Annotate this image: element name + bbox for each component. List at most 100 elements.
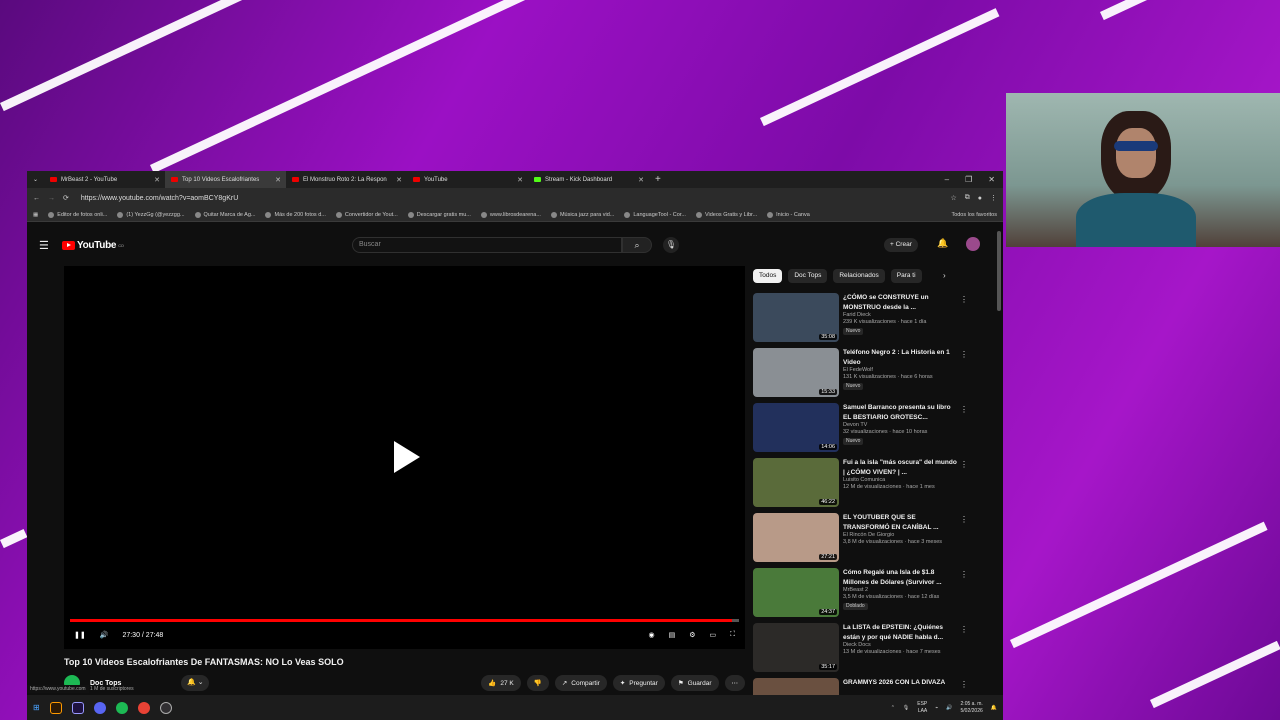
browser-tab[interactable]: El Monstruo Roto 2: La Respon ✕ bbox=[286, 171, 407, 188]
video-title[interactable]: Fui a la isla "más oscura" del mundo | ¿… bbox=[843, 458, 957, 477]
close-tab-icon[interactable]: ✕ bbox=[275, 176, 281, 184]
forward-icon[interactable]: → bbox=[48, 195, 55, 202]
autoplay-toggle-icon[interactable]: ◉ bbox=[648, 631, 654, 639]
chevron-up-icon[interactable]: ⌃ bbox=[891, 705, 895, 711]
recommendation-item[interactable]: GRAMMYS 2026 CON LA DIVAZA ⋮ bbox=[753, 678, 968, 695]
channel-name[interactable]: El Rincón De Giorgio bbox=[843, 532, 957, 539]
recommendation-item[interactable]: 14:06 Samuel Barranco presenta su libro … bbox=[753, 403, 968, 458]
close-tab-icon[interactable]: ✕ bbox=[396, 176, 402, 184]
video-thumbnail[interactable]: 14:06 bbox=[753, 403, 839, 452]
chip-doc-tops[interactable]: Doc Tops bbox=[788, 269, 828, 283]
more-options-icon[interactable]: ⋮ bbox=[960, 405, 968, 414]
all-bookmarks[interactable]: Todos los favoritos bbox=[951, 212, 997, 218]
chip-relacionados[interactable]: Relacionados bbox=[833, 269, 885, 283]
video-thumbnail[interactable]: 35:08 bbox=[753, 293, 839, 342]
video-title[interactable]: EL YOUTUBER QUE SE TRANSFORMÓ EN CANÍBAL… bbox=[843, 513, 957, 532]
avatar[interactable] bbox=[966, 237, 980, 251]
tab-search-icon[interactable]: ⌄ bbox=[27, 176, 44, 183]
channel-name[interactable]: Devon TV bbox=[843, 422, 957, 429]
recommendation-item[interactable]: 24:37 Cómo Regalé una Isla de $1.8 Millo… bbox=[753, 568, 968, 623]
more-options-icon[interactable]: ⋮ bbox=[960, 515, 968, 524]
notifications-icon[interactable]: 🔔 bbox=[991, 705, 997, 711]
bookmark-item[interactable]: Música jazz para vid... bbox=[550, 211, 614, 218]
input-language[interactable]: ESP LAA bbox=[917, 701, 927, 715]
close-tab-icon[interactable]: ✕ bbox=[517, 176, 523, 184]
save-button[interactable]: ⚑ Guardar bbox=[670, 675, 719, 691]
video-title[interactable]: Teléfono Negro 2 : La Historia en 1 Vide… bbox=[843, 348, 957, 367]
voice-search-button[interactable]: 🎙 bbox=[663, 237, 679, 253]
bookmark-item[interactable]: Quitar Marca de Ag... bbox=[194, 211, 255, 218]
browser-tab-active[interactable]: Top 10 Videos Escalofriantes ✕ bbox=[165, 171, 287, 188]
more-actions-button[interactable]: ⋯ bbox=[724, 675, 745, 691]
youtube-logo[interactable]: YouTube CO bbox=[62, 240, 124, 251]
volume-icon[interactable]: 🔊 bbox=[946, 705, 952, 711]
recommendation-item[interactable]: 46:22 Fui a la isla "más oscura" del mun… bbox=[753, 458, 968, 513]
clock[interactable]: 2:05 a. m. 5/02/2026 bbox=[961, 701, 983, 715]
channel-name[interactable]: Luisito Comunica bbox=[843, 477, 957, 484]
fullscreen-icon[interactable]: ⛶ bbox=[730, 631, 735, 639]
ask-button[interactable]: ✦ Preguntar bbox=[612, 675, 665, 691]
share-button[interactable]: ↗ Compartir bbox=[554, 675, 607, 691]
play-icon[interactable] bbox=[394, 441, 420, 473]
more-options-icon[interactable]: ⋮ bbox=[960, 350, 968, 359]
notifications-toggle[interactable]: 🔔 ⌄ bbox=[181, 675, 210, 691]
extensions-icon[interactable]: ⧉ bbox=[965, 194, 970, 202]
video-thumbnail[interactable]: 24:37 bbox=[753, 568, 839, 617]
profile-icon[interactable]: ● bbox=[978, 195, 982, 202]
video-title[interactable]: La LISTA de EPSTEIN: ¿Quiénes están y po… bbox=[843, 623, 957, 642]
video-title[interactable]: ¿CÓMO se CONSTRUYE un MONSTRUO desde la … bbox=[843, 293, 957, 312]
premiere-icon[interactable] bbox=[71, 701, 84, 714]
chrome-icon[interactable] bbox=[137, 701, 150, 714]
recommendation-item[interactable]: 35:08 ¿CÓMO se CONSTRUYE un MONSTRUO des… bbox=[753, 293, 968, 348]
reload-icon[interactable]: ⟳ bbox=[63, 194, 69, 202]
search-input[interactable]: Buscar bbox=[352, 237, 622, 253]
network-icon[interactable]: ⌁ bbox=[935, 705, 938, 711]
back-icon[interactable]: ← bbox=[33, 195, 40, 202]
subtitles-icon[interactable]: ▤ bbox=[669, 631, 676, 639]
progress-bar[interactable] bbox=[70, 619, 739, 622]
new-tab-icon[interactable]: + bbox=[655, 174, 661, 185]
recommendation-item[interactable]: 27:21 EL YOUTUBER QUE SE TRANSFORMÓ EN C… bbox=[753, 513, 968, 568]
bookmark-item[interactable]: Descargar gratis mu... bbox=[407, 211, 471, 218]
bookmark-item[interactable]: Videos Gratis y Libr... bbox=[695, 211, 757, 218]
video-thumbnail[interactable]: 46:22 bbox=[753, 458, 839, 507]
bookmark-item[interactable]: Inicio - Canva bbox=[767, 211, 810, 218]
video-thumbnail[interactable]: 35:17 bbox=[753, 623, 839, 672]
more-options-icon[interactable]: ⋮ bbox=[960, 295, 968, 304]
mic-icon[interactable]: 🎙 bbox=[903, 705, 909, 711]
video-thumbnail[interactable]: 15:33 bbox=[753, 348, 839, 397]
apps-icon[interactable]: ▦ bbox=[33, 212, 38, 218]
recommendation-item[interactable]: 35:17 La LISTA de EPSTEIN: ¿Quiénes está… bbox=[753, 623, 968, 678]
create-button[interactable]: + Crear bbox=[884, 238, 918, 252]
miniplayer-icon[interactable]: ▭ bbox=[709, 631, 716, 639]
channel-name[interactable]: Dieck Docs bbox=[843, 642, 957, 649]
search-button[interactable]: ⌕ bbox=[622, 237, 652, 253]
bookmark-star-icon[interactable]: ☆ bbox=[950, 194, 956, 202]
channel-name[interactable]: MrBeast 2 bbox=[843, 587, 957, 594]
bookmark-item[interactable]: Convertidor de Yout... bbox=[335, 211, 398, 218]
maximize-icon[interactable]: ❐ bbox=[965, 175, 972, 184]
like-button[interactable]: 👍 27 K bbox=[481, 675, 521, 691]
bookmark-item[interactable]: LanguageTool - Cor... bbox=[624, 211, 686, 218]
browser-tab[interactable]: YouTube ✕ bbox=[407, 171, 528, 188]
dislike-button[interactable]: 👎 bbox=[526, 675, 549, 691]
discord-icon[interactable] bbox=[93, 701, 106, 714]
illustrator-icon[interactable] bbox=[49, 701, 62, 714]
bookmark-item[interactable]: www.librosdearena... bbox=[480, 211, 541, 218]
video-title[interactable]: Cómo Regalé una Isla de $1.8 Millones de… bbox=[843, 568, 957, 587]
volume-icon[interactable]: 🔊 bbox=[100, 631, 109, 639]
video-player[interactable]: ❚❚ 🔊 27:30 / 27:48 ◉ ▤ ⚙ ▭ ⛶ bbox=[64, 266, 745, 649]
recommendation-item[interactable]: 15:33 Teléfono Negro 2 : La Historia en … bbox=[753, 348, 968, 403]
more-options-icon[interactable]: ⋮ bbox=[960, 460, 968, 469]
bookmark-item[interactable]: Editor de fotos onli... bbox=[48, 211, 107, 218]
more-options-icon[interactable]: ⋮ bbox=[960, 625, 968, 634]
video-thumbnail[interactable]: 27:21 bbox=[753, 513, 839, 562]
more-menu-icon[interactable]: ⋮ bbox=[990, 194, 997, 202]
obs-icon[interactable] bbox=[159, 701, 172, 714]
minimize-icon[interactable]: – bbox=[945, 175, 949, 184]
bookmark-item[interactable]: Más de 200 fotos d... bbox=[265, 211, 326, 218]
more-options-icon[interactable]: ⋮ bbox=[960, 570, 968, 579]
close-tab-icon[interactable]: ✕ bbox=[638, 176, 644, 184]
channel-name[interactable]: El FedeWolf bbox=[843, 367, 957, 374]
hamburger-menu-icon[interactable]: ☰ bbox=[39, 239, 49, 252]
